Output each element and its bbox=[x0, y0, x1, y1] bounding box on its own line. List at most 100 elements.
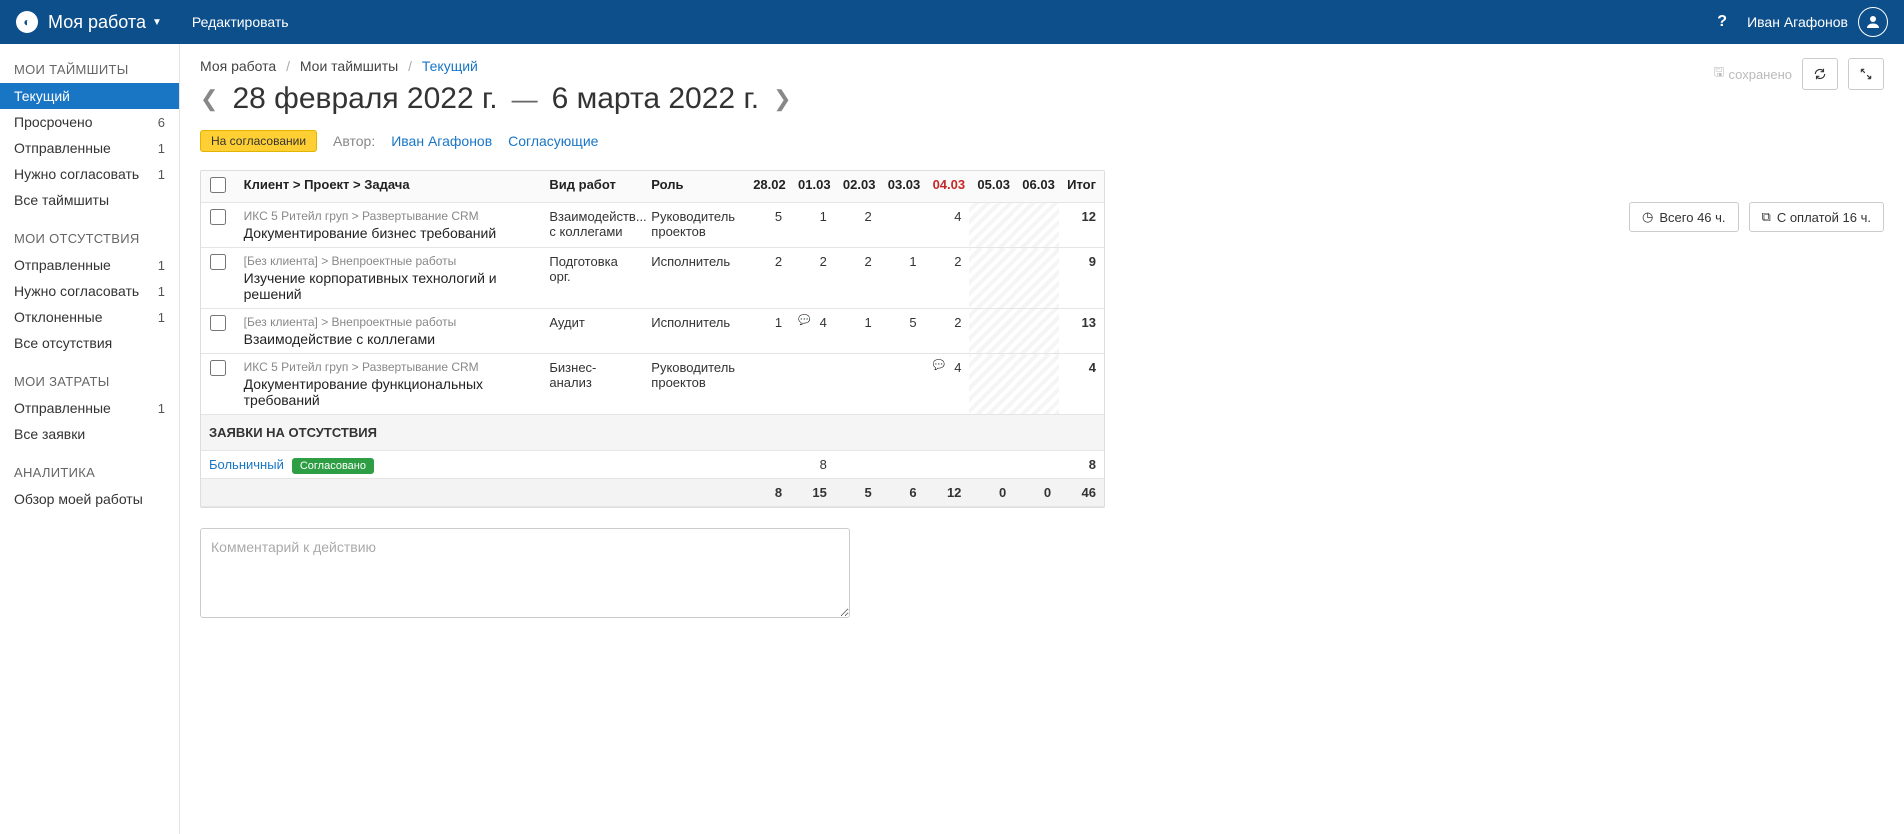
sidebar-item[interactable]: Нужно согласовать1 bbox=[0, 161, 179, 187]
status-badge: На согласовании bbox=[200, 130, 317, 152]
approvers-link[interactable]: Согласующие bbox=[508, 133, 598, 149]
sidebar-item[interactable]: Отправленные1 bbox=[0, 135, 179, 161]
cell-day[interactable] bbox=[835, 354, 880, 415]
absence-day: 8 bbox=[790, 451, 835, 479]
table-row: [Без клиента] > Внепроектные работы Взаим… bbox=[201, 309, 1104, 354]
row-checkbox[interactable] bbox=[210, 209, 226, 225]
cell-day[interactable] bbox=[880, 354, 925, 415]
app-dropdown-icon[interactable]: ▼ bbox=[152, 17, 162, 28]
sidebar-item[interactable]: Нужно согласовать1 bbox=[0, 278, 179, 304]
sidebar-item[interactable]: Отправленные1 bbox=[0, 252, 179, 278]
sidebar-item[interactable]: Текущий bbox=[0, 83, 179, 109]
absence-link[interactable]: Больничный bbox=[209, 457, 284, 472]
cell-day[interactable] bbox=[969, 248, 1014, 309]
sidebar-item[interactable]: Все отсутствия bbox=[0, 330, 179, 356]
sidebar-heading: АНАЛИТИКА bbox=[0, 461, 179, 486]
select-all-checkbox[interactable] bbox=[210, 177, 226, 193]
user-name[interactable]: Иван Агафонов bbox=[1747, 14, 1848, 30]
cell-day[interactable] bbox=[969, 203, 1014, 248]
fullscreen-button[interactable] bbox=[1848, 58, 1884, 90]
total-hours-box: ◷ Всего 46 ч. bbox=[1629, 202, 1739, 232]
cell-day[interactable] bbox=[1014, 203, 1059, 248]
task-name[interactable]: Взаимодействие с коллегами bbox=[244, 331, 534, 347]
cell-day[interactable]: 4 bbox=[925, 203, 970, 248]
sidebar-item[interactable]: Обзор моей работы bbox=[0, 486, 179, 512]
row-checkbox[interactable] bbox=[210, 254, 226, 270]
breadcrumb: Моя работа / Мои таймшиты / Текущий bbox=[200, 58, 1884, 74]
cell-day[interactable]: 1 bbox=[880, 248, 925, 309]
col-day: 28.02 bbox=[745, 171, 790, 203]
user-avatar-icon[interactable] bbox=[1858, 7, 1888, 37]
absence-day bbox=[969, 451, 1014, 479]
sidebar-item-label: Отправленные bbox=[14, 400, 111, 416]
sidebar-badge: 1 bbox=[158, 310, 165, 325]
refresh-button[interactable] bbox=[1802, 58, 1838, 90]
sidebar-item[interactable]: Все таймшиты bbox=[0, 187, 179, 213]
cell-day[interactable]: 1 bbox=[790, 203, 835, 248]
cell-day[interactable] bbox=[969, 309, 1014, 354]
task-name[interactable]: Документирование функциональных требован… bbox=[244, 376, 534, 408]
money-icon: ⧉ bbox=[1762, 209, 1771, 225]
cell-day[interactable]: 5 bbox=[880, 309, 925, 354]
comment-textarea[interactable] bbox=[200, 528, 850, 618]
cell-day[interactable]: 2 bbox=[925, 248, 970, 309]
cell-day[interactable]: 💬4 bbox=[790, 309, 835, 354]
table-row: ИКС 5 Ритейл груп > Развертывание CRMДок… bbox=[201, 203, 1104, 248]
sidebar-item[interactable]: Просрочено 6 bbox=[0, 109, 179, 135]
next-week-button[interactable]: ❯ bbox=[773, 86, 791, 112]
cell-day[interactable] bbox=[880, 203, 925, 248]
clock-icon: ◷ bbox=[1642, 209, 1653, 225]
footer-day: 8 bbox=[745, 479, 790, 507]
cell-day[interactable] bbox=[1014, 309, 1059, 354]
date-range: ❮ 28 февраля 2022 г. — 6 марта 2022 г. ❯ bbox=[200, 82, 1884, 116]
col-day: 06.03 bbox=[1014, 171, 1059, 203]
cell-total: 9 bbox=[1059, 248, 1104, 309]
prev-week-button[interactable]: ❮ bbox=[200, 86, 218, 112]
sidebar-item[interactable]: Отправленные1 bbox=[0, 395, 179, 421]
sidebar-badge: 6 bbox=[158, 115, 165, 130]
cell-day[interactable]: 2 bbox=[745, 248, 790, 309]
cell-day[interactable]: 1 bbox=[745, 309, 790, 354]
task-path: [Без клиента] > Внепроектные работы bbox=[244, 315, 534, 329]
sidebar-item-label: Обзор моей работы bbox=[14, 491, 143, 507]
date-end: 6 марта 2022 г. bbox=[552, 82, 759, 116]
cell-day[interactable] bbox=[1014, 248, 1059, 309]
sidebar-heading: МОИ ОТСУТСТВИЯ bbox=[0, 227, 179, 252]
cell-day[interactable]: 2 bbox=[790, 248, 835, 309]
task-name[interactable]: Документирование бизнес требований bbox=[244, 225, 534, 241]
cell-day[interactable] bbox=[969, 354, 1014, 415]
cell-day[interactable] bbox=[745, 354, 790, 415]
saved-indicator: 🖫 сохранено bbox=[1713, 63, 1792, 85]
help-icon[interactable]: ? bbox=[1717, 13, 1727, 31]
absence-day bbox=[745, 451, 790, 479]
sidebar-badge: 1 bbox=[158, 141, 165, 156]
task-path: ИКС 5 Ритейл груп > Развертывание CRM bbox=[244, 360, 534, 374]
author-link[interactable]: Иван Агафонов bbox=[391, 133, 492, 149]
sidebar-item-label: Все заявки bbox=[14, 426, 85, 442]
cell-day[interactable]: 2 bbox=[925, 309, 970, 354]
sidebar-badge: 1 bbox=[158, 258, 165, 273]
footer-day: 5 bbox=[835, 479, 880, 507]
task-name[interactable]: Изучение корпоративных технологий и реше… bbox=[244, 270, 534, 302]
absence-total: 8 bbox=[1059, 451, 1104, 479]
cell-day[interactable] bbox=[1014, 354, 1059, 415]
breadcrumb-item[interactable]: Моя работа bbox=[200, 58, 276, 74]
col-day: 04.03 bbox=[925, 171, 970, 203]
row-checkbox[interactable] bbox=[210, 360, 226, 376]
table-row: [Без клиента] > Внепроектные работыИзуче… bbox=[201, 248, 1104, 309]
sidebar-item[interactable]: Отклоненные1 bbox=[0, 304, 179, 330]
cell-day[interactable]: 1 bbox=[835, 309, 880, 354]
cell-day[interactable]: 2 bbox=[835, 203, 880, 248]
cell-day[interactable]: 2 bbox=[835, 248, 880, 309]
sidebar-item-label: Просрочено bbox=[14, 114, 93, 130]
sidebar-item[interactable]: Все заявки bbox=[0, 421, 179, 447]
cell-day[interactable]: 💬4 bbox=[925, 354, 970, 415]
save-icon: 🖫 bbox=[1713, 63, 1724, 85]
row-checkbox[interactable] bbox=[210, 315, 226, 331]
cell-day[interactable] bbox=[790, 354, 835, 415]
sidebar-badge: 1 bbox=[158, 284, 165, 299]
footer-day: 0 bbox=[969, 479, 1014, 507]
breadcrumb-item[interactable]: Мои таймшиты bbox=[300, 58, 398, 74]
cell-day[interactable]: 5 bbox=[745, 203, 790, 248]
edit-link[interactable]: Редактировать bbox=[192, 14, 289, 30]
